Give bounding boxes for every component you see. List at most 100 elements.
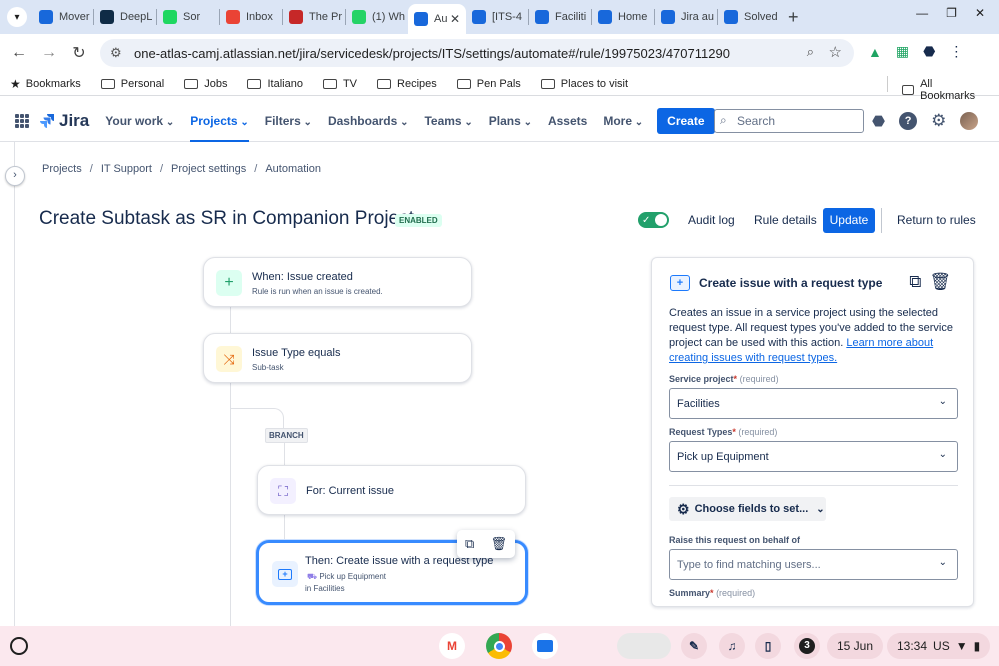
reload-icon[interactable]: ↻ (64, 43, 94, 63)
phone-hub-icon[interactable]: ▯ (755, 633, 781, 659)
bookmark-item[interactable]: Personal (100, 78, 164, 90)
all-bookmarks[interactable]: All Bookmarks (902, 78, 979, 102)
bookmark-item[interactable]: ★ Bookmarks (10, 77, 81, 91)
browser-tab[interactable]: Solved (718, 3, 780, 31)
choose-fields-button[interactable]: ⚙ Choose fields to set... ⌄ (669, 497, 826, 521)
trigger-card[interactable]: + When: Issue created Rule is run when a… (203, 257, 472, 307)
gmail-icon[interactable]: M (439, 633, 465, 659)
bookmark-item[interactable]: TV (322, 78, 357, 90)
bookmark-item[interactable]: Jobs (184, 78, 227, 90)
duplicate-icon[interactable]: ⧉ (465, 536, 474, 552)
browser-tab[interactable]: Sor (157, 3, 219, 31)
chrome-icon[interactable] (486, 633, 512, 659)
settings-gear-icon[interactable]: ⚙ (931, 111, 946, 131)
nav-item-your-work[interactable]: Your work ⌄ (105, 114, 174, 128)
service-project-select[interactable]: Facilities ⌄ (669, 388, 958, 419)
choose-fields-label: Choose fields to set... (694, 503, 809, 515)
bookmark-item[interactable]: Italiano (247, 78, 303, 90)
behalf-user-input[interactable]: Type to find matching users... ⌄ (669, 549, 958, 580)
notifications-icon[interactable]: ⬣ (872, 112, 885, 130)
breadcrumb-project-settings[interactable]: Project settings (171, 163, 246, 175)
branch-card[interactable]: ⛶ For: Current issue (257, 465, 526, 515)
hierarchy-icon: ⛶ (270, 478, 296, 504)
nav-item-dashboards[interactable]: Dashboards ⌄ (328, 114, 409, 128)
browser-tab[interactable]: [ITS-4 (466, 3, 528, 31)
bookmark-label: Pen Pals (476, 77, 521, 90)
app-switcher-icon[interactable] (15, 113, 29, 128)
nav-item-plans[interactable]: Plans ⌄ (489, 114, 532, 128)
behalf-placeholder: Type to find matching users... (677, 558, 821, 571)
bookmark-item[interactable]: Pen Pals (456, 77, 521, 90)
zoom-icon[interactable]: ⌕ (807, 44, 814, 60)
update-button[interactable]: Update (823, 208, 875, 233)
help-icon[interactable]: ? (899, 112, 918, 130)
browser-tab[interactable]: Home (592, 3, 654, 31)
back-icon[interactable]: ← (4, 44, 34, 62)
nav-item-more[interactable]: More ⌄ (603, 114, 643, 128)
breadcrumb-automation[interactable]: Automation (265, 163, 321, 175)
nav-item-filters[interactable]: Filters ⌄ (265, 114, 312, 128)
status-tray[interactable]: 13:34 US ▼ ▮ (887, 633, 991, 659)
browser-tab[interactable]: Faciliti (529, 3, 591, 31)
create-button[interactable]: Create (657, 107, 715, 134)
jira-logo-icon (40, 113, 54, 128)
gear-icon: ⚙ (677, 500, 690, 517)
tab-search-button[interactable]: ▾ (7, 7, 27, 27)
forward-icon[interactable]: → (34, 44, 64, 62)
date-tray[interactable]: 15 Jun (827, 633, 884, 659)
rule-details-button[interactable]: Rule details (754, 213, 817, 227)
browser-tab[interactable]: Inbox (220, 3, 282, 31)
condition-card[interactable]: ⤨ Issue Type equals Sub-task (203, 333, 472, 383)
bookmark-item[interactable]: Recipes (377, 78, 437, 90)
tab-favicon-icon (226, 10, 240, 24)
browser-tab[interactable]: (1) Wh (346, 3, 408, 31)
avatar[interactable] (960, 112, 979, 130)
nav-item-projects[interactable]: Projects ⌄ (190, 114, 249, 142)
holding-space-thumbnails[interactable] (617, 633, 671, 659)
audit-log-button[interactable]: Audit log (688, 213, 735, 227)
duplicate-icon[interactable]: ⧉ (909, 272, 921, 292)
close-window-icon[interactable]: ✕ (975, 6, 985, 20)
jira-search-input[interactable]: ⌕ Search (714, 109, 864, 133)
jira-logo[interactable]: Jira (39, 111, 89, 131)
browser-menu-icon[interactable]: ⋮ (949, 43, 963, 60)
close-tab-icon[interactable]: ✕ (450, 12, 460, 26)
gift-icon[interactable]: ▦ (896, 43, 909, 60)
pen-icon[interactable]: ✎ (681, 633, 707, 659)
site-info-icon[interactable]: ⚙ (110, 45, 122, 61)
files-icon[interactable] (532, 633, 558, 659)
browser-tab[interactable]: Mover (33, 3, 93, 31)
media-icon[interactable]: ♫ (719, 633, 745, 659)
nav-item-label: Assets (547, 113, 588, 128)
browser-tab[interactable]: The Pr (283, 3, 345, 31)
rule-enabled-toggle[interactable]: ✓ (638, 212, 669, 228)
chevron-down-icon: ⌄ (938, 396, 947, 407)
browser-tab[interactable]: DeepL (94, 3, 156, 31)
minimize-icon[interactable]: — (916, 6, 928, 20)
breadcrumb-projects[interactable]: Projects (42, 163, 82, 175)
trash-icon[interactable]: 🗑 (929, 272, 951, 292)
sidebar-expand-button[interactable]: › (5, 166, 25, 186)
nav-item-assets[interactable]: Assets (548, 114, 587, 128)
nav-item-teams[interactable]: Teams ⌄ (424, 114, 472, 128)
trash-icon[interactable]: 🗑 (490, 536, 507, 552)
browser-tab[interactable]: Au ✕ (408, 4, 466, 34)
breadcrumb: Projects / IT Support / Project settings / … (42, 163, 321, 175)
drive-icon[interactable]: ▲ (868, 44, 882, 60)
browser-tab[interactable]: Jira au (655, 3, 717, 31)
return-to-rules-button[interactable]: Return to rules (897, 213, 976, 227)
bookmark-star-icon[interactable]: ☆ (829, 43, 842, 61)
bookmark-item[interactable]: Places to visit (540, 78, 628, 90)
launcher-icon[interactable] (10, 637, 28, 655)
branch-title: For: Current issue (306, 485, 395, 497)
notification-count[interactable]: 3 (794, 633, 820, 659)
branch-label: BRANCH (265, 428, 308, 443)
os-shelf: M ✎ ♫ ▯ 3 15 Jun 13:34 US ▼ ▮ (0, 626, 999, 666)
new-tab-button[interactable]: + (788, 7, 799, 28)
breadcrumb-it-support[interactable]: IT Support (101, 163, 152, 175)
request-types-select[interactable]: Pick up Equipment ⌄ (669, 441, 958, 472)
tab-title: [ITS-4 (492, 11, 522, 23)
extensions-puzzle-icon[interactable]: ⬣ (923, 43, 935, 60)
maximize-icon[interactable]: ❐ (946, 6, 957, 20)
address-bar[interactable]: ⚙ one-atlas-camj.atlassian.net/jira/serv… (100, 39, 854, 67)
